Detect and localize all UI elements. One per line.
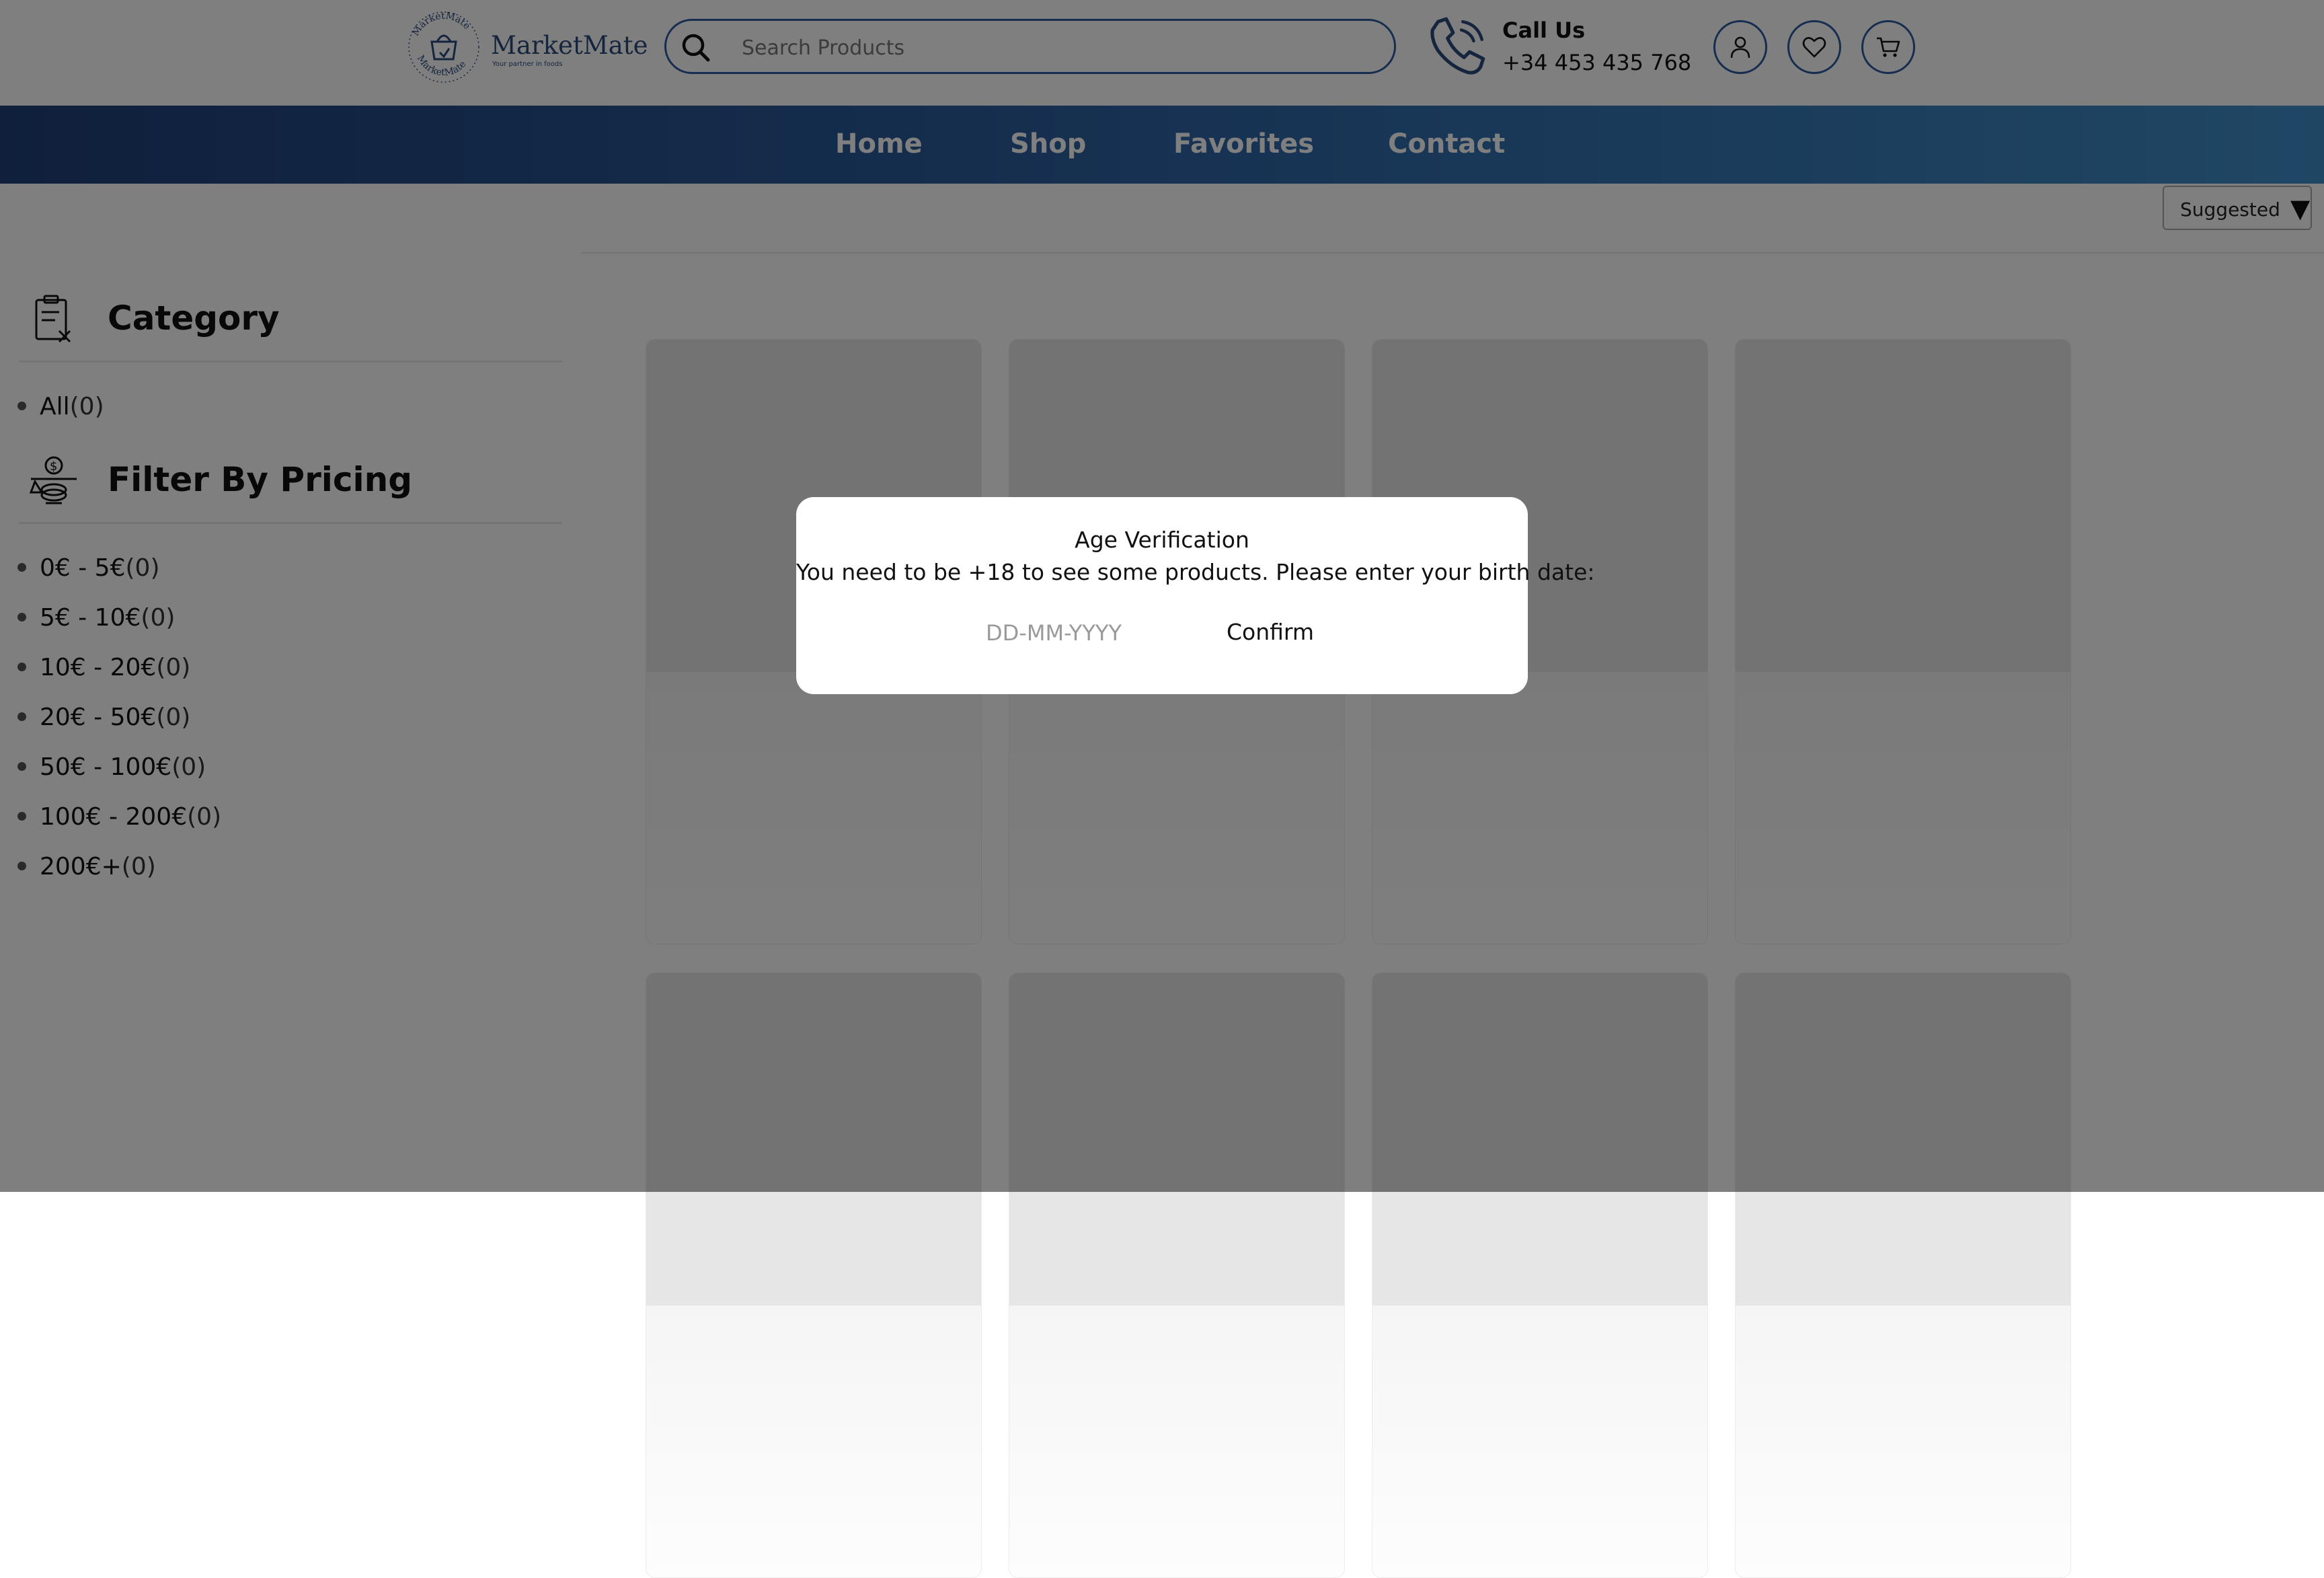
- age-verification-modal: Age Verification You need to be +18 to s…: [796, 497, 1595, 694]
- modal-message: You need to be +18 to see some products.…: [796, 559, 1595, 585]
- modal-title: Age Verification: [1075, 527, 1249, 553]
- confirm-button[interactable]: Confirm: [1220, 613, 1321, 650]
- birth-date-input[interactable]: [984, 615, 1135, 650]
